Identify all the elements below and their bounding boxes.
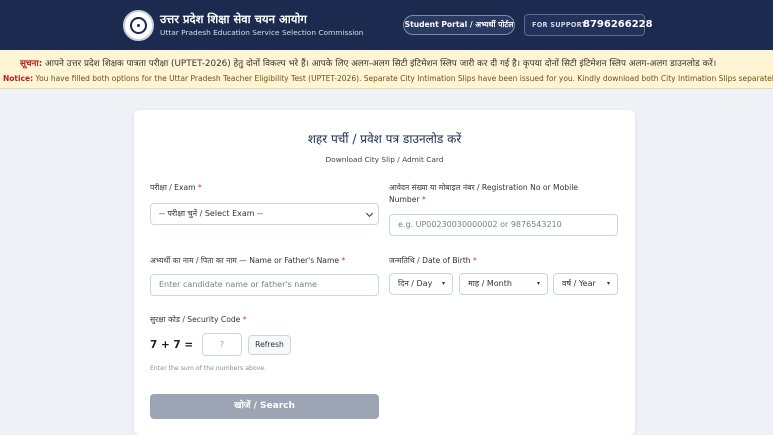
captcha-hint: Enter the sum of the numbers above. — [150, 365, 267, 372]
search-button[interactable]: खोजें / Search — [150, 394, 379, 419]
dob-day-value: दिन / Day — [398, 279, 433, 288]
required-mark: * — [341, 256, 346, 265]
required-mark: * — [473, 256, 477, 265]
chevron-down-icon: ▾ — [536, 280, 540, 287]
support-label: FOR SUPPORT — [532, 21, 587, 29]
required-mark: * — [242, 315, 247, 324]
download-form-card: शहर पर्ची / प्रवेश पत्र डाउनलोड करें Dow… — [134, 110, 635, 435]
exam-label: परीक्षा / Exam * — [150, 182, 370, 194]
dob-day-select[interactable]: दिन / Day ▾ — [389, 273, 453, 295]
form-title: शहर पर्ची / प्रवेश पत्र डाउनलोड करें — [307, 132, 462, 146]
org-name-hindi: उत्तर प्रदेश शिक्षा सेवा चयन आयोग — [160, 12, 307, 26]
exam-select[interactable]: -- परीक्षा चुनें / Select Exam -- — [150, 203, 379, 225]
notice-hindi-text: आपने उत्तर प्रदेश शिक्षक पात्रता परीक्षा… — [42, 59, 717, 69]
dob-year-value: वर्ष / Year — [562, 279, 596, 288]
dob-label: जन्मतिथि / Date of Birth * — [389, 255, 619, 267]
notice-hindi-label: सूचना: — [20, 59, 43, 69]
refresh-button[interactable]: Refresh — [248, 335, 291, 355]
support-phone[interactable]: 8796266228 — [583, 19, 653, 30]
form-subtitle: Download City Slip / Admit Card — [325, 155, 444, 164]
captcha-equation: 7 + 7 = — [150, 339, 194, 351]
exam-selected-value: -- परीक्षा चुनें / Select Exam -- — [159, 209, 263, 218]
notice-english-label: Notice: — [3, 74, 34, 83]
org-name-english: Uttar Pradesh Education Service Selectio… — [160, 28, 364, 37]
dob-month-select[interactable]: माह / Month ▾ — [459, 273, 548, 295]
notice-hindi: सूचना: आपने उत्तर प्रदेश शिक्षक पात्रता … — [20, 57, 716, 69]
name-label-text: अभ्यर्थी का नाम / पिता का नाम — Name or … — [150, 256, 340, 265]
registration-input[interactable]: e.g. UP00230030000002 or 9876543210 — [389, 214, 618, 236]
chevron-down-icon — [365, 209, 374, 218]
commission-logo-icon — [123, 10, 154, 41]
captcha-label-text: सुरक्षा कोड / Security Code — [150, 315, 241, 324]
name-label: अभ्यर्थी का नाम / पिता का नाम — Name or … — [150, 255, 380, 267]
notice-english-text: You have filled both options for the Utt… — [33, 74, 773, 83]
dob-label-text: जन्मतिथि / Date of Birth — [389, 256, 471, 265]
dob-month-value: माह / Month — [468, 279, 512, 288]
captcha-input[interactable]: ? — [202, 333, 242, 356]
required-mark: * — [197, 183, 202, 192]
chevron-down-icon: ▾ — [606, 280, 610, 287]
student-portal-button[interactable]: Student Portal / अभ्यर्थी पोर्टल — [403, 15, 515, 35]
chevron-down-icon: ▾ — [441, 280, 445, 287]
exam-label-text: परीक्षा / Exam — [150, 183, 196, 192]
regno-label-text: आवेदन संख्या या मोबाइल नंबर / Registrati… — [389, 183, 578, 204]
required-mark: * — [421, 195, 426, 204]
regno-label: आवेदन संख्या या मोबाइल नंबर / Registrati… — [389, 182, 609, 206]
top-header: उत्तर प्रदेश शिक्षा सेवा चयन आयोग Uttar … — [0, 0, 773, 50]
notice-bar: सूचना: आपने उत्तर प्रदेश शिक्षक पात्रता … — [0, 50, 773, 89]
name-input[interactable]: Enter candidate name or father's name — [150, 274, 379, 296]
support-box: FOR SUPPORT 8796266228 — [524, 14, 653, 36]
dob-year-select[interactable]: वर्ष / Year ▾ — [553, 273, 618, 295]
notice-english: Notice: You have filled both options for… — [3, 74, 773, 83]
captcha-label: सुरक्षा कोड / Security Code * — [150, 314, 370, 326]
